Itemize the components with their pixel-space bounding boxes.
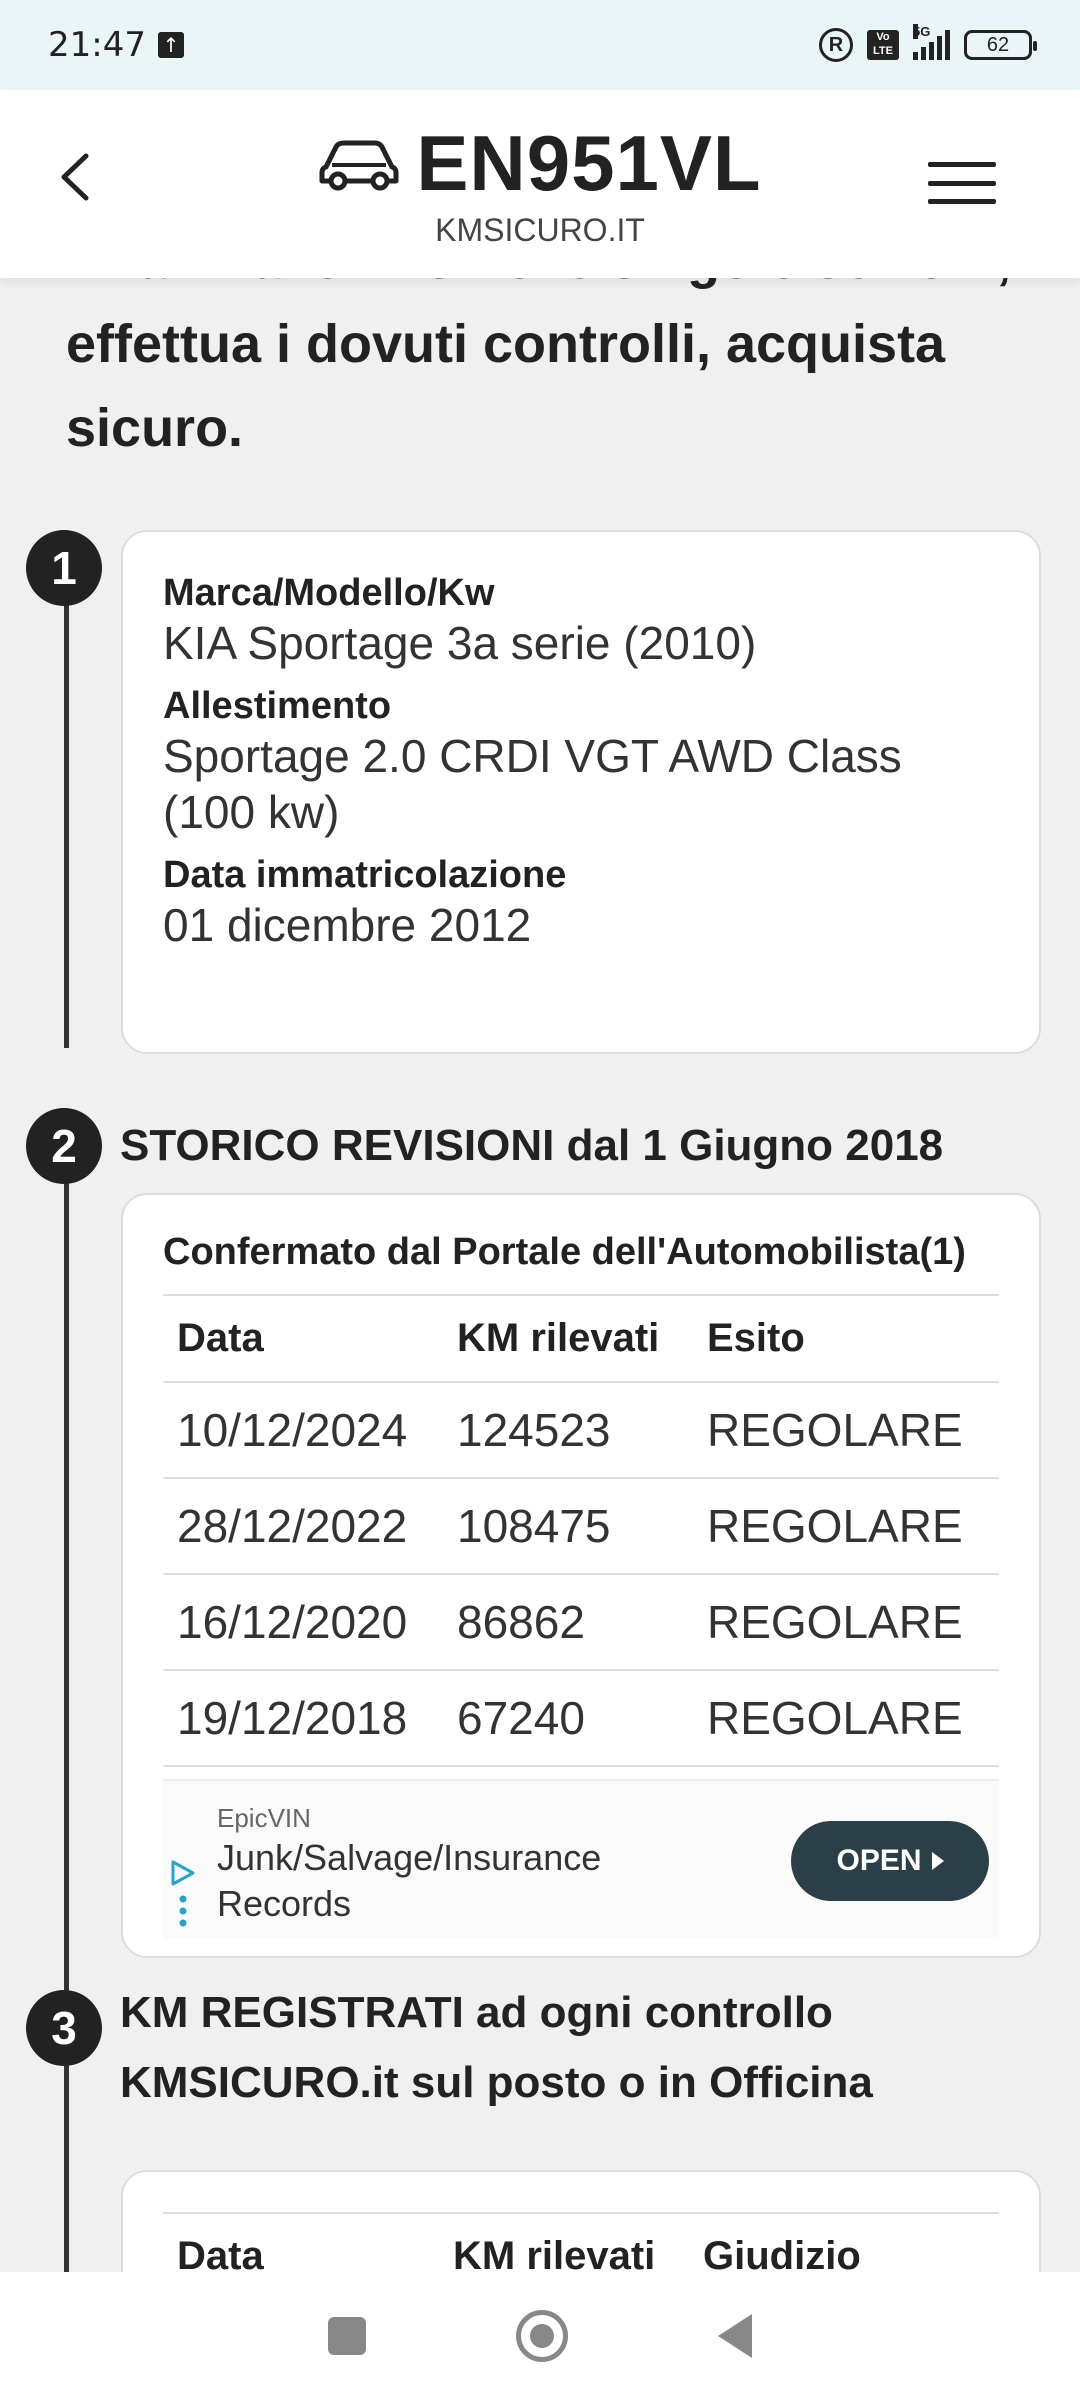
site-name: KMSICURO.IT [435,212,645,248]
column-header-judgement: Giudizio [689,2212,999,2272]
brand-model-label: Marca/Modello/Kw [163,572,495,614]
intro-text: Analizza le info nelle singole sezioni, … [66,278,1011,458]
signal-icon: 5G [913,24,950,60]
row-outcome: REGOLARE [693,1382,999,1479]
registration-date-value: 01 dicembre 2012 [163,899,532,951]
step-number-1: 1 [26,530,102,606]
row-outcome: REGOLARE [693,1574,999,1671]
status-icons: R Vo LTE 5G 62 [819,24,1037,62]
ad-advertiser: EpicVIN [217,1803,311,1833]
more-options-icon[interactable] [179,1893,187,1929]
table-row: 28/12/2022 108475 REGOLARE [163,1478,999,1575]
column-header-km: KM rilevati [439,2212,689,2272]
home-icon[interactable] [516,2310,568,2362]
km-registered-card: Data KM rilevati Giudizio [121,2170,1041,2272]
status-bar: 21:47 ↑ R Vo LTE 5G 62 [0,0,1080,90]
plate-title: EN951VL [0,118,1080,209]
row-date: 16/12/2020 [163,1574,443,1671]
upload-icon: ↑ [157,32,184,58]
brand-model-value: KIA Sportage 3a serie (2010) [163,617,757,669]
app-header: EN951VL KMSICURO.IT [0,90,1080,278]
play-arrow-icon [931,1852,944,1870]
ad-open-button[interactable]: OPEN [791,1821,989,1901]
network-type: 5G [913,24,931,39]
trim-label: Allestimento [163,685,392,727]
row-km: 86862 [443,1574,693,1671]
registration-date-label: Data immatricolazione [163,854,567,896]
step-number-3: 3 [26,1990,102,2066]
ad-open-label: OPEN [836,1844,922,1877]
vehicle-info-card: Marca/Modello/Kw KIA Sportage 3a serie (… [121,530,1041,1054]
row-date: 10/12/2024 [163,1382,443,1479]
column-header-date: Data [163,1294,443,1383]
row-outcome: REGOLARE [693,1478,999,1575]
revision-table-title: Confermato dal Portale dell'Automobilist… [163,1231,966,1273]
table-header-row: Data KM rilevati Giudizio [163,2212,999,2272]
table-row: 19/12/2018 67240 REGOLARE [163,1670,999,1767]
step-number-2: 2 [26,1108,102,1184]
main-content[interactable]: Analizza le info nelle singole sezioni, … [0,278,1080,2272]
timeline-line [64,568,69,1048]
timeline-line [64,2068,69,2272]
km-registered-table: Data KM rilevati Giudizio [163,2212,999,2272]
column-header-km: KM rilevati [443,1294,693,1383]
battery-icon: 62 [964,30,1037,60]
table-row: 10/12/2024 124523 REGOLARE [163,1382,999,1479]
volte-icon: Vo LTE [867,30,899,60]
license-plate: EN951VL [416,119,762,207]
ad-banner[interactable]: EpicVIN Junk/Salvage/Insurance Records O… [163,1779,999,1939]
revision-history-title: STORICO REVISIONI dal 1 Giugno 2018 [120,1121,944,1170]
system-nav-bar [0,2272,1080,2400]
column-header-outcome: Esito [693,1294,999,1383]
table-row: 16/12/2020 86862 REGOLARE [163,1574,999,1671]
ad-choices-icon[interactable] [169,1859,197,1887]
revision-history-card: Confermato dal Portale dell'Automobilist… [121,1193,1041,1958]
status-time-group: 21:47 ↑ [48,25,184,65]
back-icon[interactable] [718,2314,752,2358]
registered-icon: R [819,28,853,62]
trim-value: Sportage 2.0 CRDI VGT AWD Class (100 kw) [163,730,902,838]
row-km: 67240 [443,1670,693,1767]
km-registered-title: KM REGISTRATI ad ogni controllo KMSICURO… [120,1988,873,2107]
recent-apps-icon[interactable] [328,2317,366,2355]
row-km: 124523 [443,1382,693,1479]
row-date: 28/12/2022 [163,1478,443,1575]
hamburger-menu-icon[interactable] [928,162,996,204]
row-outcome: REGOLARE [693,1670,999,1767]
column-header-date: Data [163,2212,439,2272]
row-km: 108475 [443,1478,693,1575]
car-icon [319,140,399,190]
status-time: 21:47 [48,25,146,65]
table-header-row: Data KM rilevati Esito [163,1294,999,1383]
ad-headline[interactable]: Junk/Salvage/Insurance Records [217,1835,737,1927]
revision-table: Data KM rilevati Esito 10/12/2024 124523… [163,1294,999,1767]
row-date: 19/12/2018 [163,1670,443,1767]
